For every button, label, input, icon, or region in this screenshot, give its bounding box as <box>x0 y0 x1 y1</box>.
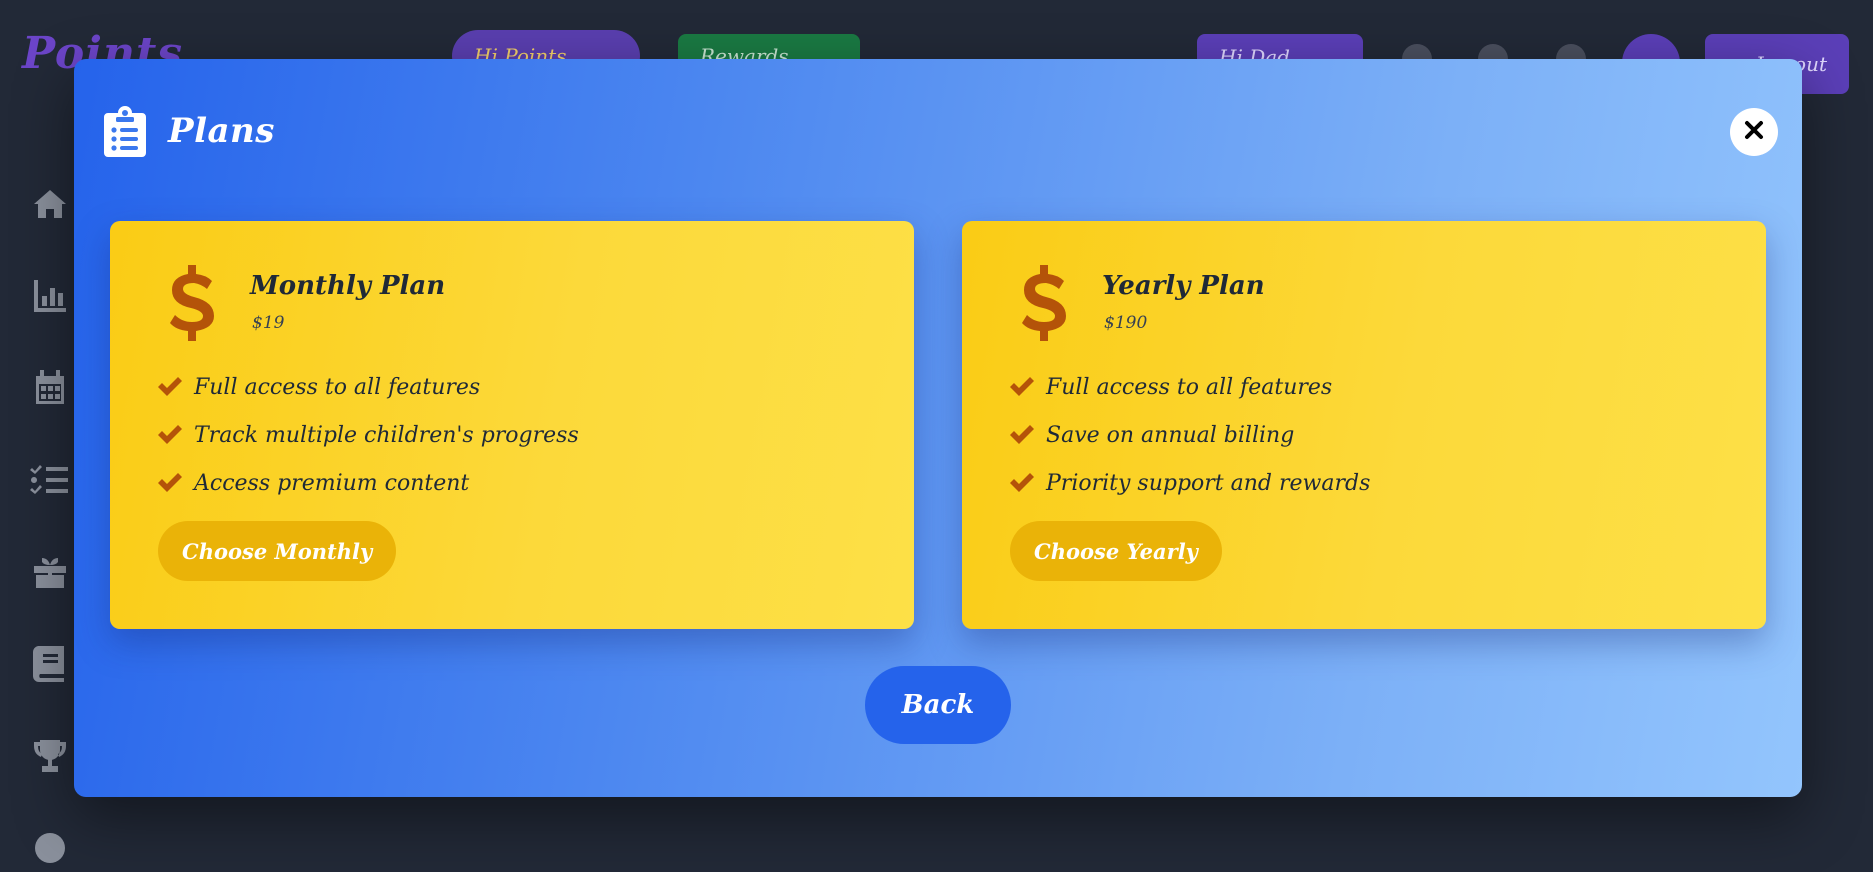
feature-text: Access premium content <box>194 470 470 496</box>
feature-item: Full access to all features <box>158 363 579 411</box>
feature-text: Full access to all features <box>194 374 481 400</box>
plan-card-monthly: Monthly Plan $19 Full access to all feat… <box>110 221 914 629</box>
choose-monthly-button[interactable]: Choose Monthly <box>158 521 397 581</box>
check-icon <box>158 473 182 493</box>
feature-item: Full access to all features <box>1010 363 1370 411</box>
calendar-icon[interactable] <box>30 368 70 408</box>
book-icon[interactable] <box>30 644 70 684</box>
check-icon <box>158 377 182 397</box>
feature-item: Priority support and rewards <box>1010 459 1370 507</box>
check-icon <box>1010 473 1034 493</box>
feature-item: Access premium content <box>158 459 579 507</box>
close-button[interactable] <box>1730 108 1778 156</box>
trophy-icon[interactable] <box>30 736 70 776</box>
chart-bar-icon[interactable] <box>30 276 70 316</box>
dollar-icon <box>1020 265 1068 341</box>
feature-text: Priority support and rewards <box>1046 470 1371 496</box>
feature-item: Save on annual billing <box>1010 411 1370 459</box>
choose-yearly-button[interactable]: Choose Yearly <box>1010 521 1222 581</box>
back-button[interactable]: Back <box>865 666 1011 744</box>
feature-text: Full access to all features <box>1046 374 1333 400</box>
modal-title: Plans <box>168 111 275 151</box>
tasks-icon[interactable] <box>30 460 70 500</box>
home-icon[interactable] <box>30 184 70 224</box>
modal-header: Plans <box>104 105 275 157</box>
feature-item: Track multiple children's progress <box>158 411 579 459</box>
feature-text: Track multiple children's progress <box>194 422 579 448</box>
check-icon <box>1010 425 1034 445</box>
feature-list: Full access to all features Save on annu… <box>1010 363 1370 507</box>
check-icon <box>158 425 182 445</box>
circle-icon[interactable] <box>30 828 70 868</box>
clipboard-list-icon <box>104 105 146 157</box>
gift-icon[interactable] <box>30 552 70 592</box>
plans-modal: Plans Monthly Plan $19 Full access to al… <box>74 59 1802 797</box>
plan-price: $19 <box>252 313 285 333</box>
plan-card-yearly: Yearly Plan $190 Full access to all feat… <box>962 221 1766 629</box>
plan-price: $190 <box>1104 313 1148 333</box>
check-icon <box>1010 377 1034 397</box>
feature-list: Full access to all features Track multip… <box>158 363 579 507</box>
dollar-icon <box>168 265 216 341</box>
plan-name: Yearly Plan <box>1102 271 1265 301</box>
close-icon <box>1744 120 1764 144</box>
feature-text: Save on annual billing <box>1046 422 1295 448</box>
plan-name: Monthly Plan <box>250 271 446 301</box>
